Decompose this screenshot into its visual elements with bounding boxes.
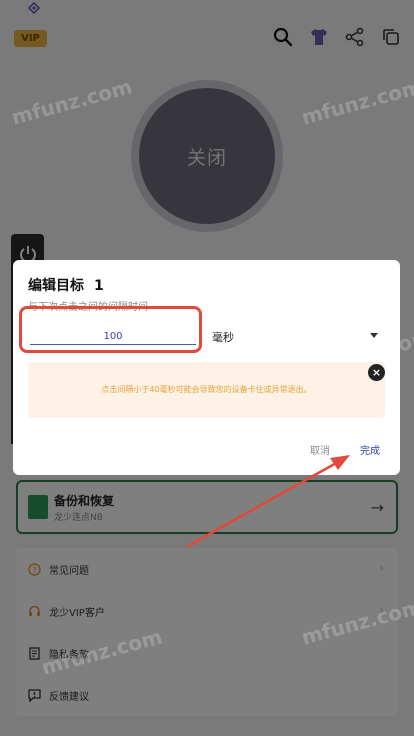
caret-down-icon: [370, 333, 378, 338]
unit-selected-value: 毫秒: [212, 331, 234, 344]
target-number: 1: [94, 278, 104, 294]
annotation-highlight-box: [19, 306, 202, 353]
dialog-title: 编辑目标 1: [28, 275, 104, 295]
dialog-title-text: 编辑目标: [28, 278, 84, 294]
close-icon[interactable]: ×: [368, 364, 385, 381]
done-button[interactable]: 完成: [360, 442, 380, 457]
edit-target-dialog: 编辑目标1 与下次点击之间的间隔时间 毫秒 点击间隔小于40毫秒可能会导致您的设…: [13, 260, 400, 475]
cancel-button[interactable]: 取消: [310, 442, 330, 457]
warning-banner: 点击间隔小于40毫秒可能会导致您的设备卡住或异常退出。: [28, 362, 385, 418]
warning-text: 点击间隔小于40毫秒可能会导致您的设备卡住或异常退出。: [101, 385, 312, 394]
unit-dropdown[interactable]: 毫秒: [212, 326, 382, 346]
